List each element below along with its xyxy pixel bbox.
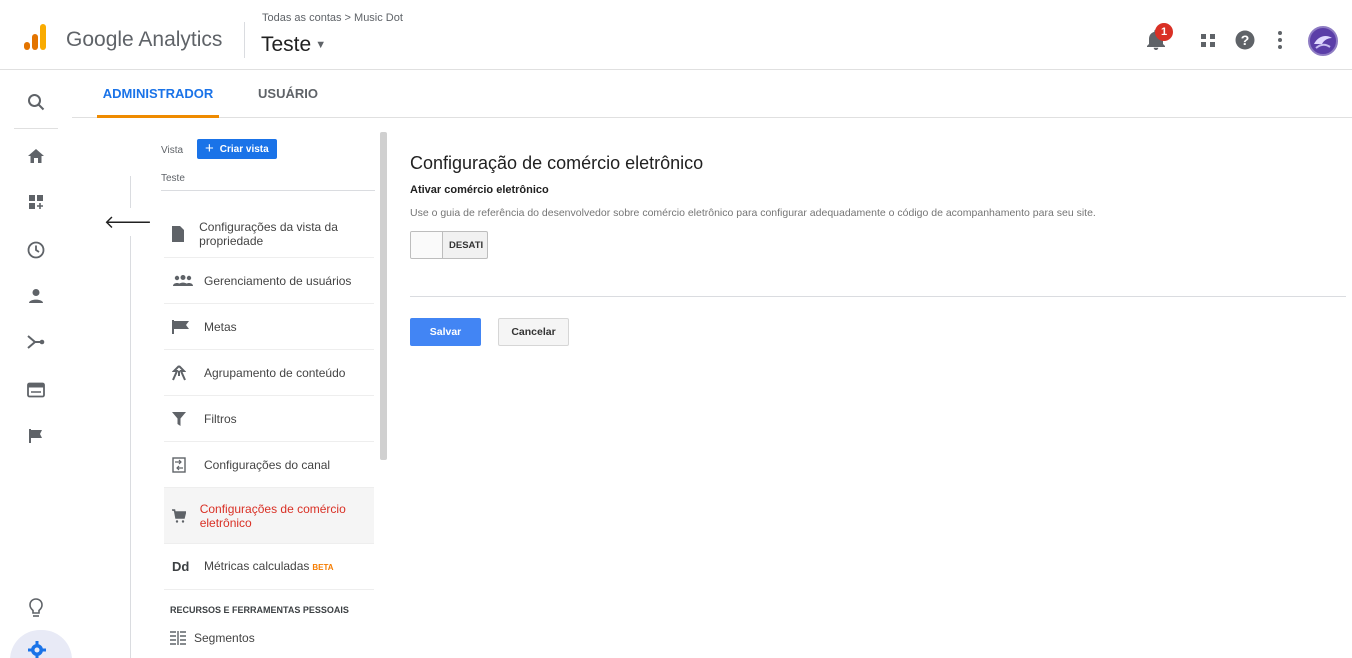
create-view-button[interactable]: + Criar vista bbox=[197, 139, 277, 159]
notification-count-badge: 1 bbox=[1155, 23, 1173, 41]
menu-item-label: Metas bbox=[204, 319, 237, 334]
tab-usuario[interactable]: USUÁRIO bbox=[247, 70, 329, 118]
home-icon[interactable] bbox=[24, 144, 48, 168]
menu-item-view-settings[interactable]: Configurações da vista da propriedade bbox=[164, 210, 374, 258]
menu-item-label: Agrupamento de conteúdo bbox=[204, 365, 346, 380]
rail-divider bbox=[14, 128, 58, 129]
caret-down-icon: ▼ bbox=[315, 39, 327, 52]
page-title: Configuração de comércio eletrônico bbox=[410, 153, 704, 173]
back-arrow-icon[interactable]: 🡐 bbox=[104, 208, 152, 236]
document-icon bbox=[164, 225, 199, 242]
menu-item-label: Configurações do canal bbox=[204, 457, 331, 472]
product-name: Google Analytics bbox=[66, 28, 223, 51]
beta-badge: BETA bbox=[312, 562, 334, 572]
top-app-bar: Google Analytics Todas as contas > Music… bbox=[0, 0, 1352, 70]
svg-text:?: ? bbox=[1241, 32, 1250, 48]
segments-icon bbox=[170, 631, 186, 645]
ecommerce-description: Use o guia de referência do desenvolvedo… bbox=[410, 207, 1096, 219]
help-icon[interactable]: ? bbox=[1234, 28, 1256, 52]
header-divider bbox=[244, 22, 245, 58]
google-analytics-logo[interactable] bbox=[24, 24, 48, 50]
cart-icon bbox=[164, 508, 200, 523]
content-grouping-icon bbox=[164, 364, 204, 381]
account-breadcrumb[interactable]: Todas as contas > Music Dot bbox=[262, 12, 403, 24]
flag-icon bbox=[164, 319, 204, 334]
tab-administrador[interactable]: ADMINISTRADOR bbox=[97, 70, 219, 118]
audience-person-icon[interactable] bbox=[24, 284, 48, 308]
selected-view-name[interactable]: Teste bbox=[161, 173, 185, 184]
menu-item-label: Filtros bbox=[204, 411, 237, 426]
toggle-state-label: DESATI bbox=[449, 240, 484, 251]
save-button[interactable]: Salvar bbox=[410, 318, 481, 346]
menu-item-label-wrap: Métricas calculadas BETA bbox=[204, 559, 334, 575]
dd-icon: Dd bbox=[172, 559, 190, 574]
create-view-label: Criar vista bbox=[219, 143, 269, 155]
enable-ecommerce-label: Ativar comércio eletrônico bbox=[410, 184, 549, 196]
account-avatar[interactable] bbox=[1308, 26, 1338, 56]
users-icon bbox=[164, 274, 204, 287]
customization-icon[interactable] bbox=[24, 190, 48, 214]
admin-tabs: ADMINISTRADOR USUÁRIO bbox=[72, 70, 1352, 118]
view-selector-underline bbox=[161, 190, 375, 191]
menu-item-content-grouping[interactable]: Agrupamento de conteúdo bbox=[164, 350, 374, 396]
view-selector[interactable]: Teste ▼ bbox=[261, 33, 326, 57]
column-scrollbar[interactable] bbox=[380, 132, 387, 460]
menu-item-goals[interactable]: Metas bbox=[164, 304, 374, 350]
menu-item-label: Gerenciamento de usuários bbox=[204, 273, 352, 288]
menu-item-user-management[interactable]: Gerenciamento de usuários bbox=[164, 258, 374, 304]
logo-bar-mid bbox=[32, 34, 38, 50]
acquisition-icon[interactable] bbox=[24, 330, 48, 354]
menu-item-ecommerce-settings[interactable]: Configurações de comércio eletrônico bbox=[164, 488, 374, 544]
discover-lightbulb-icon[interactable] bbox=[24, 596, 48, 620]
view-settings-menu: Configurações da vista da propriedade Ge… bbox=[164, 210, 374, 590]
personal-tools-section-header: RECURSOS E FERRAMENTAS PESSOAIS bbox=[170, 605, 349, 615]
menu-item-label: Configurações da vista da propriedade bbox=[199, 219, 338, 248]
logo-bar-short bbox=[24, 42, 30, 50]
behavior-icon[interactable] bbox=[24, 378, 48, 402]
search-icon[interactable] bbox=[24, 90, 48, 114]
column-tree-line bbox=[130, 176, 131, 658]
gear-icon bbox=[28, 641, 46, 658]
logo-bar-tall bbox=[40, 24, 46, 50]
section-divider bbox=[410, 296, 1346, 297]
menu-item-segments[interactable]: Segmentos bbox=[170, 631, 255, 645]
plus-icon: + bbox=[205, 140, 214, 157]
apps-grid-icon[interactable] bbox=[1200, 28, 1216, 52]
conversions-flag-icon[interactable] bbox=[24, 424, 48, 448]
view-label: Vista bbox=[161, 145, 184, 156]
enable-ecommerce-toggle[interactable]: DESATI bbox=[410, 231, 488, 259]
view-selector-label: Teste bbox=[261, 33, 312, 56]
menu-item-filters[interactable]: Filtros bbox=[164, 396, 374, 442]
menu-item-label: Métricas calculadas bbox=[204, 558, 310, 573]
more-vert-icon[interactable] bbox=[1274, 28, 1286, 52]
toggle-knob bbox=[411, 232, 443, 258]
left-navigation-rail bbox=[0, 70, 72, 658]
menu-item-channel-settings[interactable]: Configurações do canal bbox=[164, 442, 374, 488]
menu-item-calculated-metrics[interactable]: Dd Métricas calculadas BETA bbox=[164, 544, 374, 590]
menu-item-label: Segmentos bbox=[194, 631, 255, 645]
channel-settings-icon bbox=[164, 456, 204, 473]
cancel-button[interactable]: Cancelar bbox=[498, 318, 569, 346]
filter-icon bbox=[164, 411, 204, 426]
menu-item-label: Configurações de comércio eletrônico bbox=[199, 501, 346, 530]
realtime-clock-icon[interactable] bbox=[24, 238, 48, 262]
